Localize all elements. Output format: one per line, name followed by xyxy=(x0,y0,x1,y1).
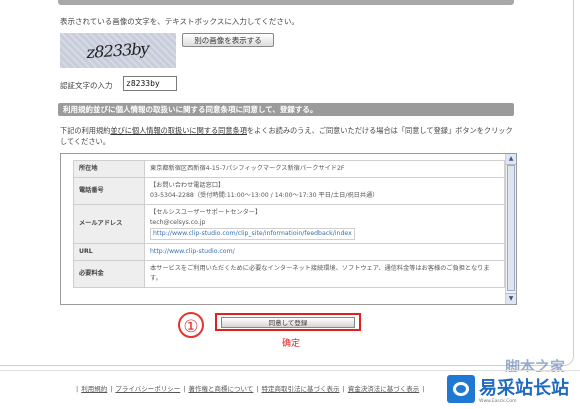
captcha-input[interactable]: z8233by xyxy=(123,76,177,91)
row-value: 【お問い合わせ電話窓口】 03-5304-2288（受付時間:11:00〜13:0… xyxy=(144,177,505,205)
row-label: URL xyxy=(73,243,145,261)
footer-link-privacy[interactable]: プライバシーポリシー xyxy=(115,385,180,393)
scroll-up-icon[interactable]: ▲ xyxy=(506,154,516,165)
table-row: URL http://www.clip-studio.com/ xyxy=(73,243,505,261)
row-value: 本サービスをご利用いただくために必要なインターネット接続環境、ソフトウェア、通信… xyxy=(144,260,505,288)
logo-icon xyxy=(447,375,475,403)
site-url-link[interactable]: http://www.clip-studio.com/ xyxy=(150,248,235,255)
step-number-badge: ① xyxy=(178,312,204,338)
table-row: 必要料金 本サービスをご利用いただくために必要なインターネット接続環境、ソフトウ… xyxy=(73,260,505,288)
desc-prefix: 下記の利用規約 xyxy=(60,126,111,135)
captcha-image: z8233by xyxy=(60,33,176,68)
row-label: 所在地 xyxy=(73,160,145,178)
scroll-thumb[interactable] xyxy=(507,165,515,291)
captcha-text: z8233by xyxy=(85,38,151,63)
confirm-annotation: 确定 xyxy=(282,339,301,349)
show-other-image-button[interactable]: 別の画像を表示する xyxy=(182,33,274,47)
terms-scroll-frame[interactable]: 所在地 東京都新宿区西新宿4-15-7パシフィックマークス新宿パークサイド2F … xyxy=(60,153,517,305)
email-text: tech@celsys.co.jp xyxy=(150,219,206,226)
footer-link-commerce[interactable]: 特定商取引法に基づく表示 xyxy=(262,385,340,393)
top-section-header xyxy=(58,0,514,5)
fee-text: 本サービスをご利用いただくために必要なインターネット接続環境、ソフトウェア、通信… xyxy=(150,265,490,282)
agree-button-highlight: 同意して登録 xyxy=(215,313,361,331)
terms-section-title: 利用規約並びに個人情報の取扱いに関する同意条項に同意して、登録する。 xyxy=(58,103,514,116)
row-label: 電話番号 xyxy=(73,177,145,205)
watermark-logo: 易采站长站 Www.Easck.Com xyxy=(443,372,580,409)
table-row: メールアドレス 【セルシスユーザーサポートセンター】 tech@celsys.co… xyxy=(73,204,505,244)
company-info-table: 所在地 東京都新宿区西新宿4-15-7パシフィックマークス新宿パークサイド2F … xyxy=(73,160,505,288)
row-label: 必要料金 xyxy=(73,260,145,288)
footer-link-copyright[interactable]: 著作権と商標について xyxy=(188,385,253,393)
logo-subtext: Www.Easck.Com xyxy=(479,399,517,404)
footer-links: | 利用規約 | プライバシーポリシー | 著作権と商標について | 特定商取引法に基づく表示… xyxy=(76,385,425,393)
captcha-instruction: 表示されている画像の文字を、テキストボックスに入力してください。 xyxy=(60,17,299,26)
phone-heading: 【お問い合わせ電話窓口】 xyxy=(150,182,225,189)
row-value: 【セルシスユーザーサポートセンター】 tech@celsys.co.jp http:… xyxy=(144,204,505,244)
footer-link-payment[interactable]: 資金決済法に基づく表示 xyxy=(348,385,420,393)
terms-description: 下記の利用規約並びに個人情報の取扱いに関する同意条項をよくお読みのうえ、ご同意い… xyxy=(60,125,515,147)
support-heading: 【セルシスユーザーサポートセンター】 xyxy=(150,209,262,216)
row-label: メールアドレス xyxy=(73,204,145,244)
feedback-link[interactable]: http://www.clip-studio.com/clip_site/inf… xyxy=(150,228,355,240)
vertical-scrollbar[interactable]: ▲ ▼ xyxy=(505,154,516,304)
scroll-down-icon[interactable]: ▼ xyxy=(506,293,516,304)
footer-divider xyxy=(0,370,580,371)
logo-text: 易采站长站 xyxy=(479,378,569,399)
row-value: 東京都新宿区西新宿4-15-7パシフィックマークス新宿パークサイド2F xyxy=(144,160,505,178)
agree-and-register-button[interactable]: 同意して登録 xyxy=(221,317,355,328)
address-text: 東京都新宿区西新宿4-15-7パシフィックマークス新宿パークサイド2F xyxy=(150,165,345,172)
phone-text: 03-5304-2288（受付時間:11:00〜13:00 / 14:00〜17… xyxy=(150,192,379,199)
row-value: http://www.clip-studio.com/ xyxy=(144,243,505,261)
table-row: 所在地 東京都新宿区西新宿4-15-7パシフィックマークス新宿パークサイド2F xyxy=(73,160,505,178)
captcha-input-label: 認証文字の入力 xyxy=(60,81,113,90)
table-row: 電話番号 【お問い合わせ電話窓口】 03-5304-2288（受付時間:11:00… xyxy=(73,177,505,205)
footer-link-terms[interactable]: 利用規約 xyxy=(81,385,107,393)
privacy-terms-link[interactable]: 並びに個人情報の取扱いに関する同意条項 xyxy=(110,126,247,135)
